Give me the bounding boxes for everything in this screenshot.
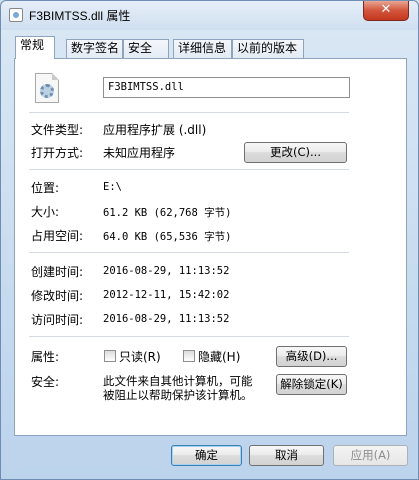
file-icon xyxy=(9,8,23,22)
separator xyxy=(29,169,349,170)
readonly-checkbox[interactable] xyxy=(104,350,116,362)
accessed-value: 2016-08-29, 11:13:52 xyxy=(103,313,230,325)
readonly-label[interactable]: 只读(R) xyxy=(119,348,161,365)
advanced-button[interactable]: 高级(D)... xyxy=(276,346,347,367)
general-panel: F3BIMTSS.dll 文件类型: 应用程序扩展 (.dll) 打开方式: 未… xyxy=(14,58,407,436)
window-title: F3BIMTSS.dll 属性 xyxy=(29,9,131,23)
size-on-disk-label: 占用空间: xyxy=(31,229,84,243)
location-label: 位置: xyxy=(31,181,60,195)
tab-details[interactable]: 详细信息 xyxy=(173,39,232,58)
tab-previous-versions[interactable]: 以前的版本 xyxy=(232,39,304,58)
file-type-value: 应用程序扩展 (.dll) xyxy=(103,123,207,137)
cancel-button[interactable]: 取消 xyxy=(249,445,324,466)
separator xyxy=(29,336,349,337)
hidden-label[interactable]: 隐藏(H) xyxy=(198,348,240,365)
accessed-label: 访问时间: xyxy=(31,313,84,327)
tab-digital-signatures[interactable]: 数字签名 xyxy=(66,39,123,58)
tab-general[interactable]: 常规 xyxy=(15,36,55,59)
opens-with-value: 未知应用程序 xyxy=(103,146,176,160)
modified-value: 2012-12-11, 15:42:02 xyxy=(103,289,230,301)
security-label: 安全: xyxy=(31,375,60,389)
hidden-checkbox[interactable] xyxy=(183,350,195,362)
location-value: E:\ xyxy=(103,181,122,193)
security-message-line2: 被阻止以帮助保护该计算机。 xyxy=(103,388,253,402)
ok-button[interactable]: 确定 xyxy=(171,445,242,466)
separator xyxy=(29,252,349,253)
attributes-label: 属性: xyxy=(31,350,60,364)
modified-label: 修改时间: xyxy=(31,289,84,303)
security-message-line1: 此文件来自其他计算机，可能 xyxy=(103,374,253,388)
file-type-label: 文件类型: xyxy=(31,123,84,137)
filename-input[interactable]: F3BIMTSS.dll xyxy=(103,77,350,98)
created-value: 2016-08-29, 11:13:52 xyxy=(103,265,230,277)
apply-button[interactable]: 应用(A) xyxy=(333,445,408,466)
properties-window: F3BIMTSS.dll 属性 ✕ 常规 数字签名 安全 详细信息 以前的版本 … xyxy=(0,0,419,480)
size-on-disk-value: 64.0 KB (65,536 字节) xyxy=(103,231,232,243)
title-bar[interactable]: F3BIMTSS.dll 属性 ✕ xyxy=(1,1,418,30)
size-label: 大小: xyxy=(31,205,60,219)
separator xyxy=(29,112,349,113)
size-value: 61.2 KB (62,768 字节) xyxy=(103,207,232,219)
created-label: 创建时间: xyxy=(31,265,84,279)
close-button[interactable]: ✕ xyxy=(363,1,409,21)
tab-security[interactable]: 安全 xyxy=(123,39,169,58)
unblock-button[interactable]: 解除锁定(K) xyxy=(276,374,347,395)
change-button[interactable]: 更改(C)... xyxy=(244,142,347,163)
gear-icon xyxy=(40,84,54,98)
dll-file-icon xyxy=(35,73,59,103)
opens-with-label: 打开方式: xyxy=(31,146,84,160)
